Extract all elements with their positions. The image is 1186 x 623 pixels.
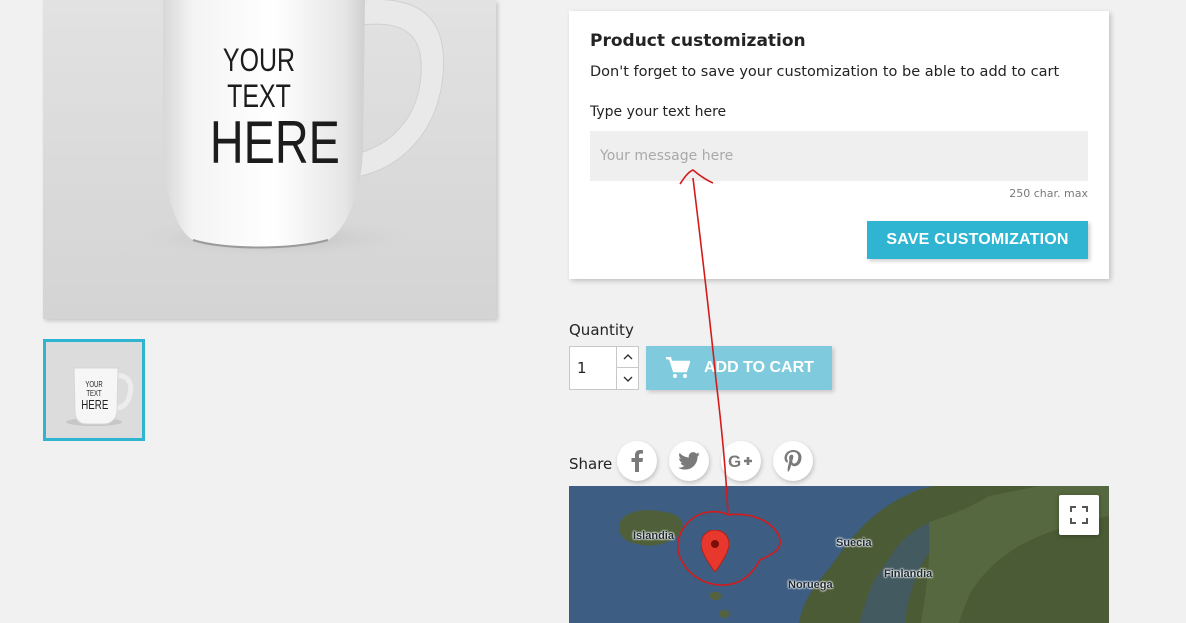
thumbnail-mug-text: YOUR TEXT HERE [81,380,109,412]
quantity-label: Quantity [569,321,634,339]
customization-description: Don't forget to save your customization … [590,64,1060,80]
fullscreen-icon [1070,506,1088,524]
quantity-input[interactable] [570,347,616,389]
store-location-map[interactable]: Islandia Suecia Finlandia Noruega [569,486,1109,623]
map-label-finlandia: Finlandia [884,568,933,580]
char-limit-hint: 250 char. max [1009,187,1088,200]
chevron-down-icon [623,376,632,382]
map-pin-icon[interactable] [701,530,729,572]
map-label-noruega: Noruega [788,579,833,591]
facebook-icon [631,450,643,472]
google-plus-icon: G [728,452,752,470]
chevron-up-icon [623,354,632,360]
map-fullscreen-button[interactable] [1059,495,1099,535]
share-twitter-button[interactable] [669,441,709,481]
pinterest-icon [784,450,802,472]
save-customization-button[interactable]: SAVE CUSTOMIZATION [867,221,1088,259]
customization-text-input[interactable] [590,131,1088,181]
mug-text-line1: YOUR TEXT [222,42,296,114]
share-facebook-button[interactable] [617,441,657,481]
customization-title: Product customization [590,31,806,51]
product-main-image: YOUR TEXT HERE [43,0,496,319]
thumbnail-text-line1: YOUR TEXT [85,380,103,398]
customization-field-label: Type your text here [590,104,727,120]
quantity-stepper [569,346,639,390]
twitter-icon [678,452,700,470]
share-pinterest-button[interactable] [773,441,813,481]
quantity-decrement-button[interactable] [616,368,638,389]
thumbnail-text-line2: HERE [81,397,109,412]
quantity-increment-button[interactable] [616,347,638,368]
share-label: Share [569,455,613,473]
mug-text-line2: HERE [209,109,340,176]
add-to-cart-label: ADD TO CART [704,359,814,376]
shopping-cart-icon [666,357,690,378]
map-label-suecia: Suecia [836,537,872,549]
share-google-plus-button[interactable]: G [721,441,761,481]
mug-print-text: YOUR TEXT HERE [209,42,340,176]
map-terrain [569,486,1109,623]
map-label-islandia: Islandia [633,530,674,542]
product-customization-panel: Product customization Don't forget to sa… [569,11,1109,279]
add-to-cart-button[interactable]: ADD TO CART [646,346,832,390]
product-thumbnail[interactable]: YOUR TEXT HERE [43,339,145,441]
svg-text:G: G [728,452,741,470]
